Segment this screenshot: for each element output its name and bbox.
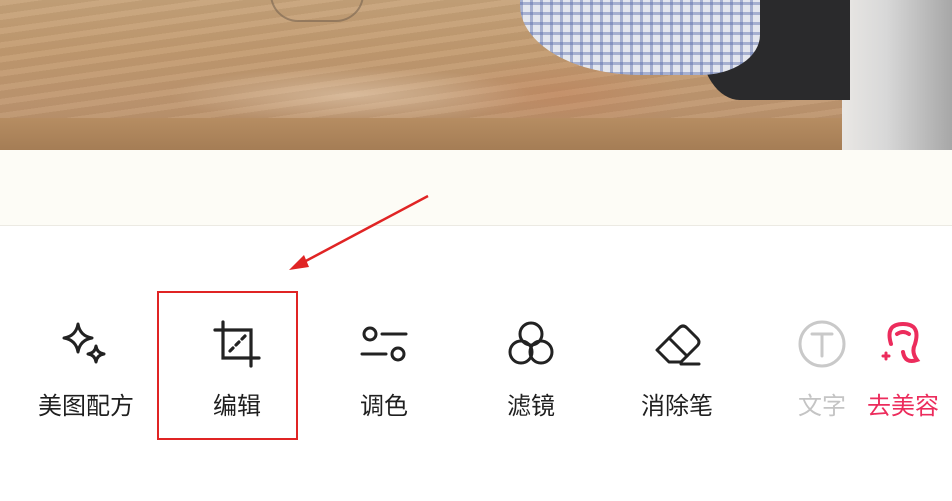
tool-label: 美图配方	[38, 392, 134, 420]
tool-label: 消除笔	[641, 392, 713, 420]
edit-toolbar: 美图配方 编辑 调色 滤镜 消除笔 文字 去美容	[0, 300, 952, 440]
filter-circles-icon	[503, 316, 559, 372]
highlight-box	[157, 291, 298, 440]
eraser-icon	[649, 316, 705, 372]
background-wall	[842, 0, 952, 150]
photo-preview	[0, 0, 952, 150]
tool-label: 调色	[360, 392, 408, 420]
tool-label: 滤镜	[507, 392, 555, 420]
adjust-sliders-icon	[356, 316, 412, 372]
divider	[0, 225, 952, 226]
text-icon	[794, 316, 850, 372]
beauty-face-icon	[875, 316, 931, 372]
preview-bottom-margin	[0, 150, 952, 225]
sparkle-icon	[58, 316, 114, 372]
tool-label: 去美容	[867, 392, 939, 420]
table-edge	[0, 118, 952, 150]
